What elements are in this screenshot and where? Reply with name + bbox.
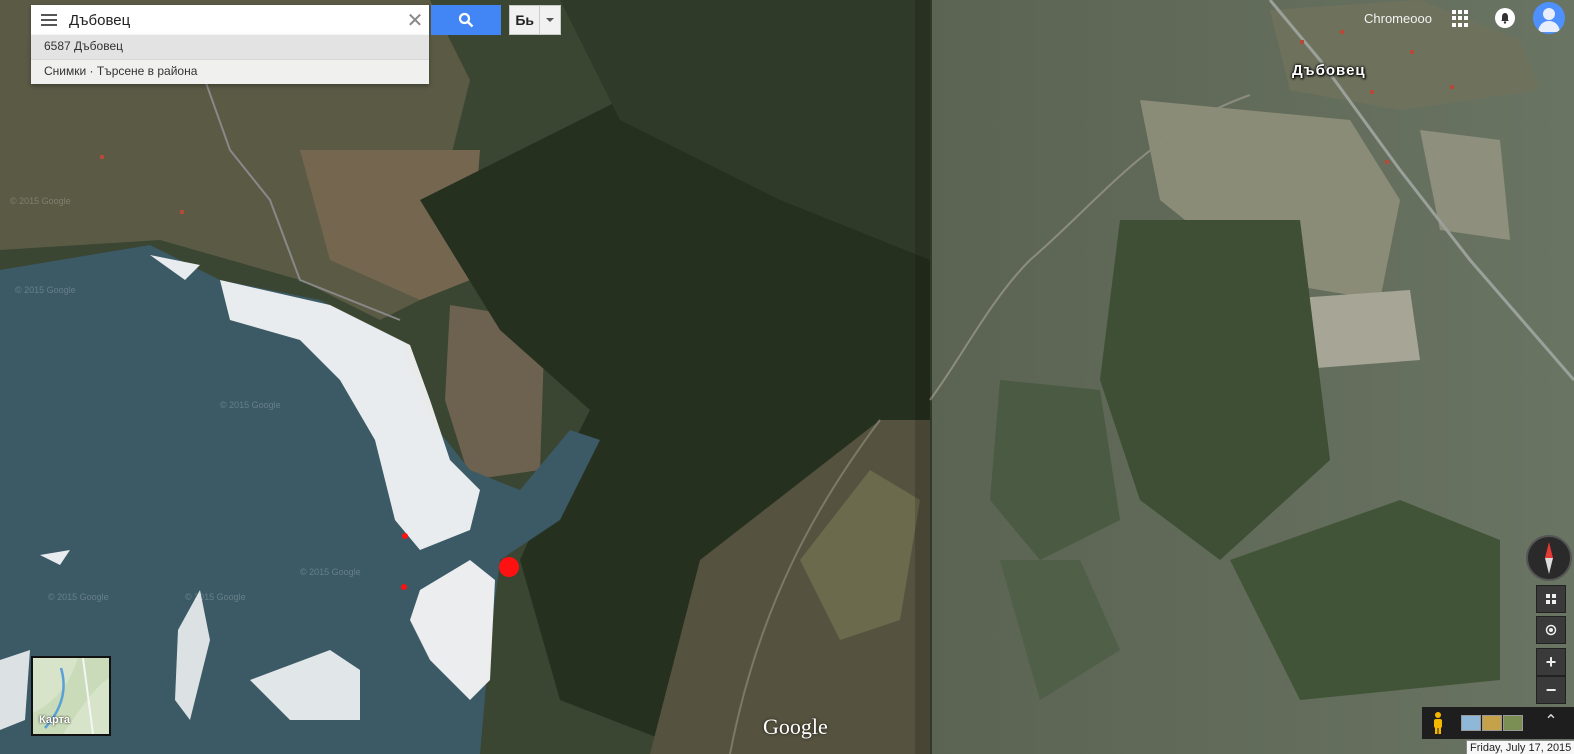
zoom-out-button[interactable]: − — [1536, 676, 1566, 704]
imagery-thumbnail[interactable] — [1482, 715, 1502, 731]
suggestion-item[interactable]: 6587 Дъбовец — [31, 35, 429, 59]
input-language-label: Бь — [515, 12, 535, 28]
map-watermark: © 2015 Google — [185, 592, 246, 602]
search-box: ✕ — [31, 5, 429, 35]
grid-icon — [1546, 594, 1556, 604]
search-icon — [458, 12, 474, 28]
satellite-imagery[interactable] — [0, 0, 1574, 754]
account-name[interactable]: Chromeooo — [1364, 11, 1432, 26]
bell-glyph — [1501, 13, 1509, 24]
map-watermark: © 2015 Google — [220, 400, 281, 410]
chevron-down-icon[interactable] — [539, 6, 560, 34]
location-marker-small[interactable] — [402, 533, 408, 539]
close-icon[interactable]: ✕ — [401, 5, 429, 35]
my-location-icon — [1545, 624, 1557, 636]
apps-grid-icon[interactable] — [1452, 10, 1469, 27]
suggestion-item[interactable]: Снимки · Търсене в района — [31, 59, 429, 84]
avatar-silhouette — [1538, 8, 1560, 32]
map-watermark: © 2015 Google — [15, 285, 76, 295]
imagery-date-tooltip: Friday, July 17, 2015 — [1466, 740, 1574, 754]
pegman-icon[interactable] — [1430, 711, 1446, 735]
chevron-up-icon[interactable]: ⌃ — [1541, 711, 1561, 733]
search-button[interactable] — [431, 5, 501, 35]
google-logo: Google — [763, 714, 828, 739]
tilt-toggle-button[interactable] — [1536, 585, 1566, 613]
map-watermark: © 2015 Google — [48, 592, 109, 602]
minimap-label: Карта — [39, 714, 71, 726]
compass-icon[interactable] — [1526, 535, 1572, 581]
location-marker-large[interactable] — [499, 557, 519, 577]
user-avatar-icon[interactable] — [1533, 2, 1565, 34]
imagery-thumbnail[interactable] — [1461, 715, 1481, 731]
satellite-map[interactable]: © 2015 Google © 2015 Google © 2015 Googl… — [0, 0, 1574, 754]
search-suggestions: 6587 Дъбовец Снимки · Търсене в района — [31, 35, 429, 84]
input-language-button[interactable]: Бь — [509, 5, 561, 35]
place-label[interactable]: Дъбовец — [1292, 62, 1366, 79]
location-marker-small[interactable] — [401, 584, 407, 590]
imagery-thumbnail[interactable] — [1503, 715, 1523, 731]
hamburger-icon[interactable] — [31, 5, 67, 35]
zoom-in-button[interactable]: + — [1536, 648, 1566, 676]
map-watermark: © 2015 Google — [300, 567, 361, 577]
map-mode-thumbnail[interactable]: Карта — [31, 656, 111, 736]
search-input[interactable] — [67, 6, 401, 34]
map-watermark: © 2015 Google — [10, 196, 71, 206]
pegman-figure — [1434, 712, 1442, 734]
my-location-button[interactable] — [1536, 616, 1566, 644]
compass-needle — [1545, 542, 1553, 574]
bell-icon[interactable] — [1495, 8, 1515, 28]
